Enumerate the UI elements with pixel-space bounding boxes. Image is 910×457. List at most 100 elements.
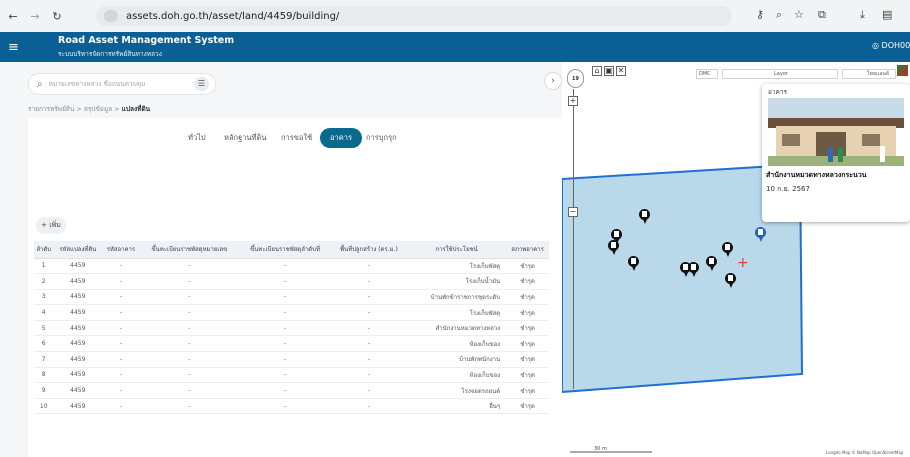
table-row[interactable]: 9 4459- - - - โรงจอดรถยนต์ ชำรุด (34, 382, 549, 399)
left-panel: ⌕ หมายเลขทางหลวง ชื่อถนนควบคุม ☰ รายการท… (0, 62, 562, 457)
filter-icon[interactable]: ☰ (194, 77, 209, 91)
building-marker-icon[interactable] (608, 240, 619, 255)
zoom-out-button[interactable]: − (568, 207, 578, 217)
extensions-icon[interactable]: ⧉ (818, 8, 826, 22)
app-subtitle: ระบบบริหารจัดการทรัพย์สินทางหลวง (58, 50, 162, 58)
address-bar[interactable]: assets.doh.go.th/asset/land/4459/buildin… (96, 6, 732, 26)
table-cell: อื่นๆ (406, 398, 507, 415)
tab-encroachment[interactable]: การบุกรุก (366, 132, 397, 144)
layer-selector[interactable]: Layer (722, 69, 838, 79)
table-cell: ชำรุด (506, 273, 549, 290)
menu-icon[interactable]: ≡ (8, 40, 19, 55)
collapse-panel-button[interactable]: › (544, 72, 562, 90)
zoom-level-indicator[interactable]: 19 (567, 69, 584, 88)
table-cell: - (239, 367, 331, 384)
building-marker-icon[interactable] (639, 209, 650, 224)
download-icon[interactable]: ⤓ (860, 8, 865, 22)
browser-toolbar: ← → ↻ assets.doh.go.th/asset/land/4459/b… (0, 0, 910, 32)
table-cell: - (239, 351, 331, 368)
measure-tool-icon[interactable]: ▣ (604, 66, 614, 76)
building-marker-icon[interactable] (706, 256, 717, 271)
forward-icon[interactable]: → (26, 10, 44, 23)
table-cell: 4459 (53, 382, 103, 399)
table-cell: - (239, 382, 331, 399)
zoom-icon[interactable]: ⌕ (776, 8, 782, 22)
table-cell: โรงเก็บพัสดุ (406, 304, 507, 321)
dms-selector[interactable]: DMC (696, 69, 718, 79)
table-cell: 4459 (53, 351, 103, 368)
table-cell: บ้านพักพนักงาน (406, 351, 507, 368)
zoom-in-button[interactable]: + (568, 96, 578, 106)
table-cell: ชำรุด (506, 258, 549, 275)
zoom-level-value: 19 (572, 76, 579, 82)
table-row[interactable]: 6 4459- - - - ห้องเก็บของ ชำรุด (34, 335, 549, 353)
table-cell: - (330, 273, 407, 290)
breadcrumb-item[interactable]: สรุปข้อมูล (84, 105, 112, 113)
table-cell: - (139, 382, 240, 399)
table-cell: โรงเก็บน้ำมัน (406, 273, 507, 290)
table-cell: - (102, 382, 140, 399)
breadcrumb-item[interactable]: รายการทรัพย์สิน (28, 105, 74, 113)
table-row[interactable]: 5 4459- - - - สำนักงานหมวดทางหลวง ชำรุด (34, 320, 549, 337)
map-scale-label: 30 m (594, 446, 607, 452)
clear-tool-icon[interactable]: ✕ (616, 66, 626, 76)
table-row[interactable]: 4 4459- - - - โรงเก็บพัสดุ ชำรุด (34, 304, 549, 321)
reload-icon[interactable]: ↻ (48, 10, 66, 23)
back-icon[interactable]: ← (4, 10, 22, 23)
selected-building-marker-icon[interactable] (755, 227, 766, 242)
table-cell: - (102, 273, 140, 290)
table-row[interactable]: 1 4459- - - - โรงเก็บพัสดุ ชำรุด (34, 258, 549, 275)
table-cell: - (102, 258, 140, 275)
table-cell: - (239, 258, 331, 275)
sidebar-icon[interactable]: ▤ (882, 8, 892, 21)
user-menu[interactable]: ◎ DOH00 (872, 41, 910, 50)
password-key-icon[interactable]: ⚷ (756, 8, 764, 21)
table-cell: - (139, 273, 240, 290)
building-marker-icon[interactable] (628, 256, 639, 271)
table-cell: - (139, 258, 240, 275)
table-header-cell: ขึ้นทะเบียนราชพัสดุลำดับที่ (239, 241, 331, 259)
site-info-icon[interactable] (104, 10, 118, 22)
tab-building[interactable]: อาคาร (320, 128, 362, 148)
table-header-cell: พื้นที่ปลูกสร้าง (ตร.ม.) (330, 241, 407, 259)
table-header-cell: รหัสอาคาร (102, 241, 140, 259)
table-cell: - (139, 289, 240, 306)
tab-general[interactable]: ทั่วไป (188, 132, 206, 144)
building-marker-icon[interactable] (722, 242, 733, 257)
tab-usage-request[interactable]: การขอใช้ (281, 132, 312, 144)
user-icon: ◎ (872, 41, 879, 50)
table-cell: ชำรุด (506, 382, 549, 399)
table-row[interactable]: 7 4459- - - - บ้านพักพนักงาน ชำรุด (34, 351, 549, 368)
table-row[interactable]: 3 4459- - - - บ้านพักข้าราชการชุดระดับ ชำรุด (34, 289, 549, 306)
table-cell: 3 (34, 289, 54, 306)
table-header-row: ลำดับ รหัสแปลงที่ดิน รหัสอาคาร ขึ้นทะเบียนร… (34, 241, 549, 259)
building-marker-icon[interactable] (688, 262, 699, 277)
add-button[interactable]: + เพิ่ม (36, 217, 66, 234)
tab-land-evidence[interactable]: หลักฐานที่ดิน (224, 132, 267, 144)
basemap-selector[interactable]: ไทยแลนด์ (842, 69, 896, 79)
table-cell: - (102, 351, 140, 368)
table-row[interactable]: 2 4459- - - - โรงเก็บน้ำมัน ชำรุด (34, 273, 549, 290)
table-cell: - (102, 367, 140, 384)
draw-tool-icon[interactable]: ⌂ (592, 66, 602, 76)
zoom-slider[interactable] (573, 89, 578, 389)
table-cell: สำนักงานหมวดทางหลวง (406, 320, 507, 337)
breadcrumb-separator: > (76, 105, 84, 113)
bookmark-star-icon[interactable]: ☆ (794, 8, 804, 21)
building-marker-icon[interactable] (725, 273, 736, 288)
table-cell: บ้านพักข้าราชการชุดระดับ (406, 289, 507, 306)
tab-bar: ทั่วไป หลักฐานที่ดิน การขอใช้ อาคาร การบ… (28, 128, 562, 148)
layers-toggle-icon[interactable] (897, 65, 908, 76)
table-cell: - (330, 398, 407, 415)
table-cell: 4459 (53, 273, 103, 290)
table-cell: ชำรุด (506, 335, 549, 353)
table-cell: 4 (34, 304, 54, 321)
table-row[interactable]: 8 4459- - - - ห้องเก็บของ ชำรุด (34, 367, 549, 384)
detail-card: ทั่วไป หลักฐานที่ดิน การขอใช้ อาคาร การบ… (28, 118, 562, 457)
building-popup[interactable]: อาคาร สำนักงานหมวดทางหลวงกระนวน 10 ก.ย. … (762, 84, 910, 222)
table-cell: 9 (34, 382, 54, 399)
table-row[interactable]: 10 4459- - - - อื่นๆ ชำรุด (34, 398, 549, 415)
map-attribution: Longdo Map © NoMap OpenStreetMap (826, 450, 904, 455)
table-cell: - (239, 304, 331, 321)
search-input[interactable]: ⌕ หมายเลขทางหลวง ชื่อถนนควบคุม ☰ (28, 73, 216, 95)
